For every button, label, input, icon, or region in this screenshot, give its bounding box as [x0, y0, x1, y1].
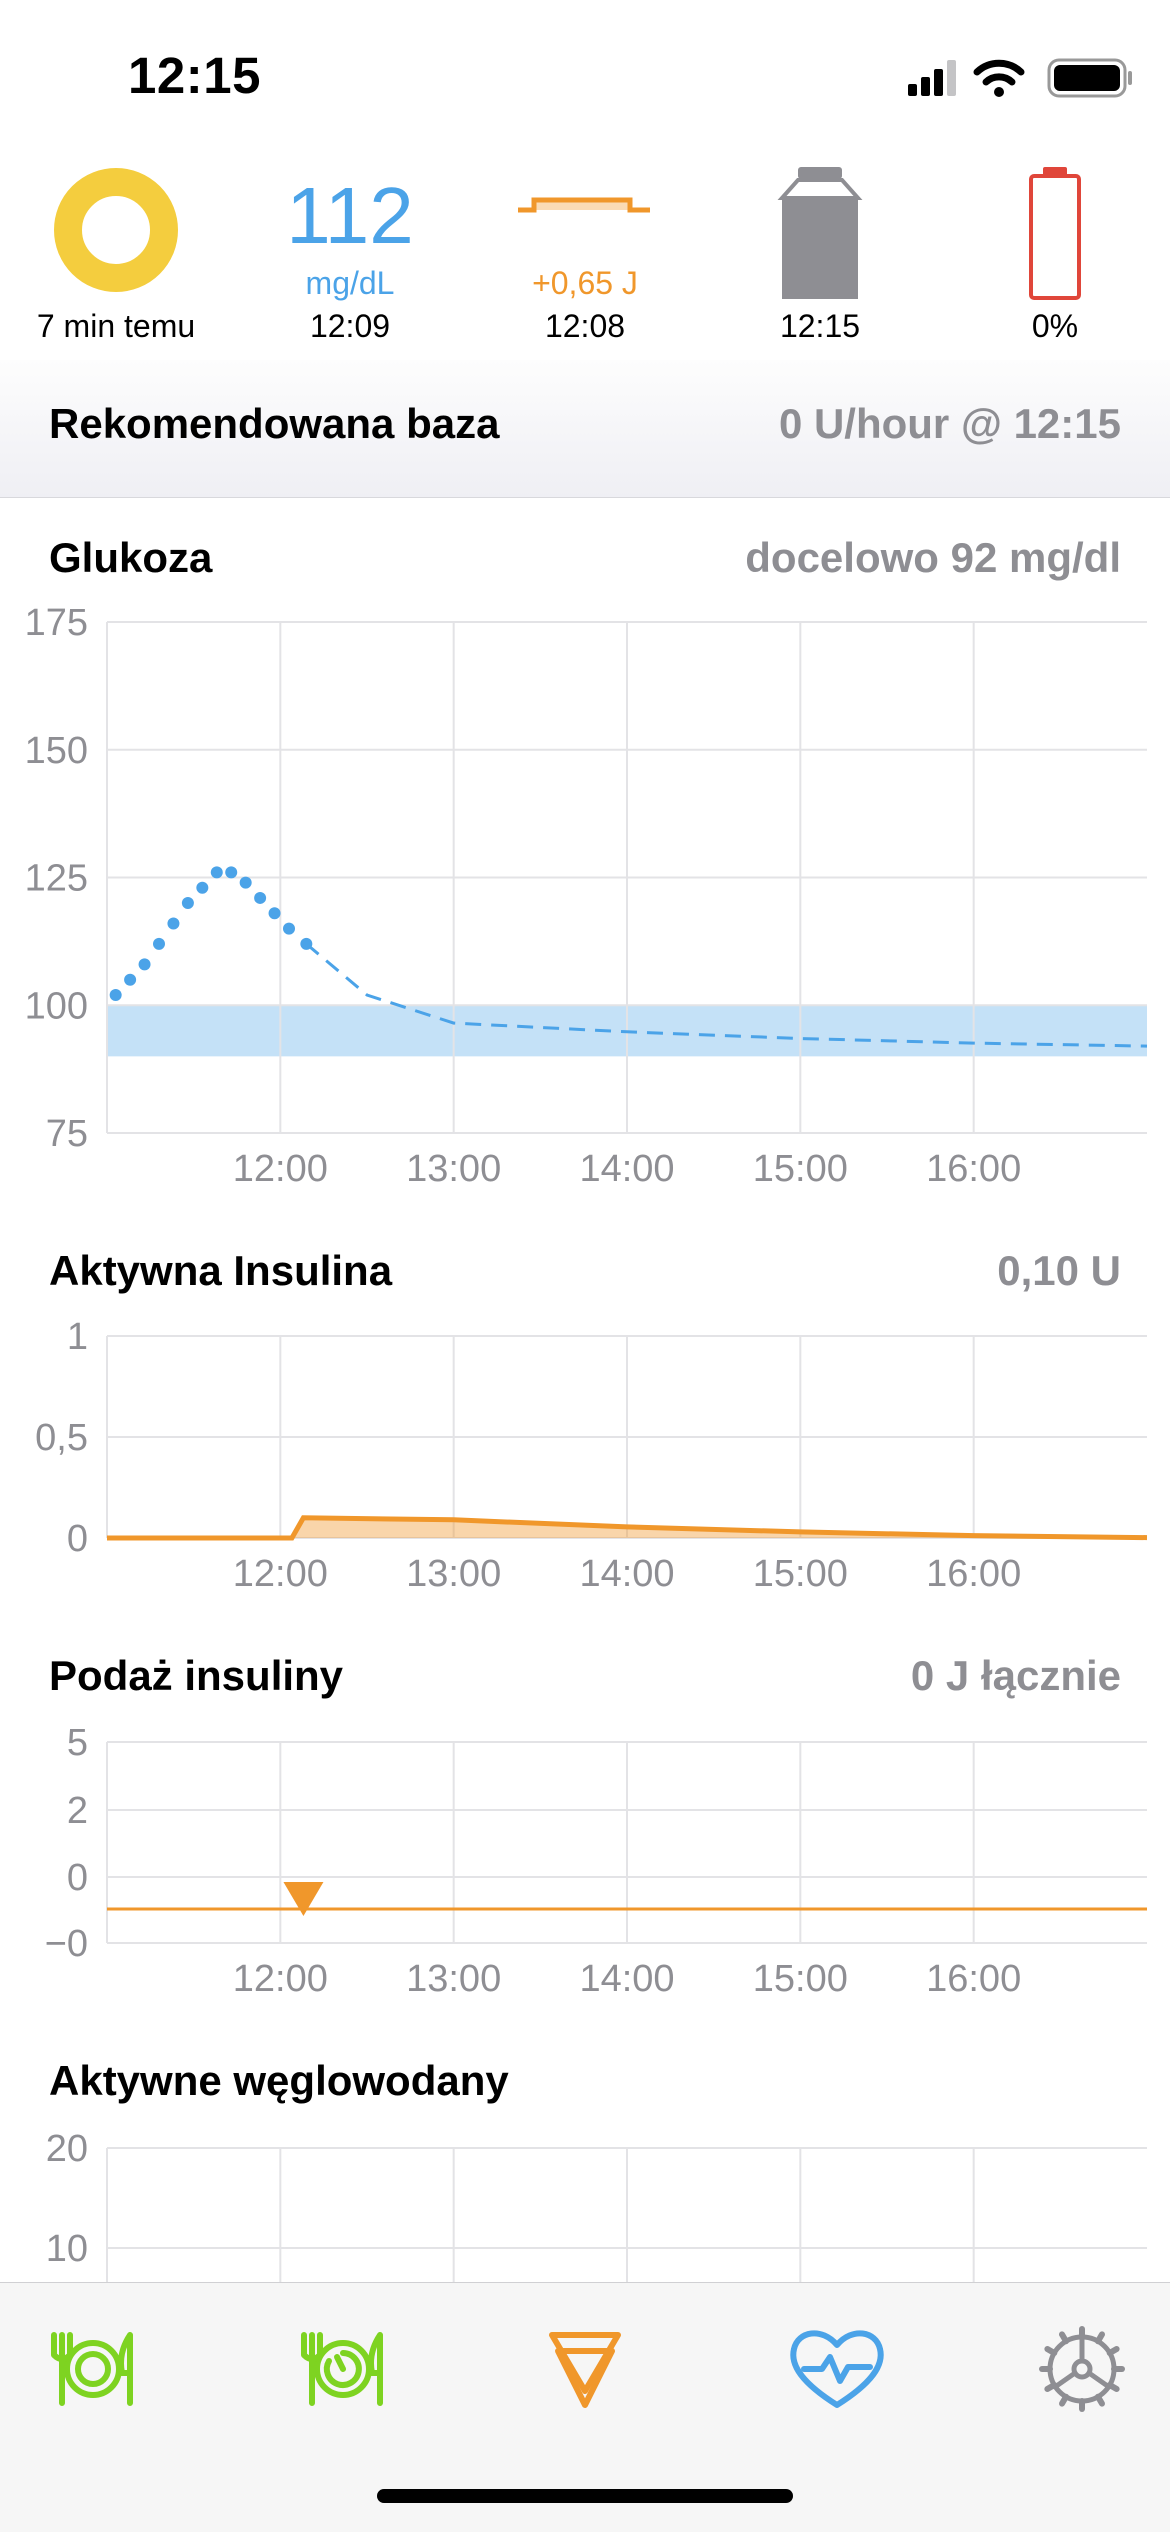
settings-button[interactable]	[1027, 2313, 1137, 2423]
home-indicator	[377, 2489, 793, 2503]
heart-pulse-icon	[790, 2330, 884, 2408]
add-carbs-button[interactable]	[38, 2313, 148, 2423]
carbs-y-tick-label: 10	[46, 2228, 88, 2270]
bolus-button[interactable]	[530, 2313, 640, 2423]
gear-tooth	[1095, 2331, 1105, 2345]
carbs-y-tick-label: 20	[46, 2128, 88, 2170]
fork-plate-knife-icon	[51, 2332, 133, 2406]
gear-tooth	[1095, 2393, 1105, 2407]
gear-tooth	[1106, 2346, 1120, 2356]
pre-meal-button[interactable]	[288, 2313, 398, 2423]
active-carbs-chart[interactable]: 2010	[0, 0, 1170, 2282]
gear-icon	[1039, 2326, 1125, 2412]
gear-tooth	[1044, 2382, 1058, 2392]
workout-button[interactable]	[782, 2313, 892, 2423]
bolus-triangle-icon	[549, 2332, 621, 2408]
plate-timer-icon	[301, 2332, 383, 2406]
gear-tooth	[1059, 2393, 1069, 2407]
gear-tooth	[1044, 2346, 1058, 2356]
loop-app-screen: 12:15 7 min temu 112 mg/dL 12:09 +0,65 J…	[0, 0, 1170, 2532]
gear-tooth	[1106, 2382, 1120, 2392]
gear-tooth	[1059, 2331, 1069, 2345]
